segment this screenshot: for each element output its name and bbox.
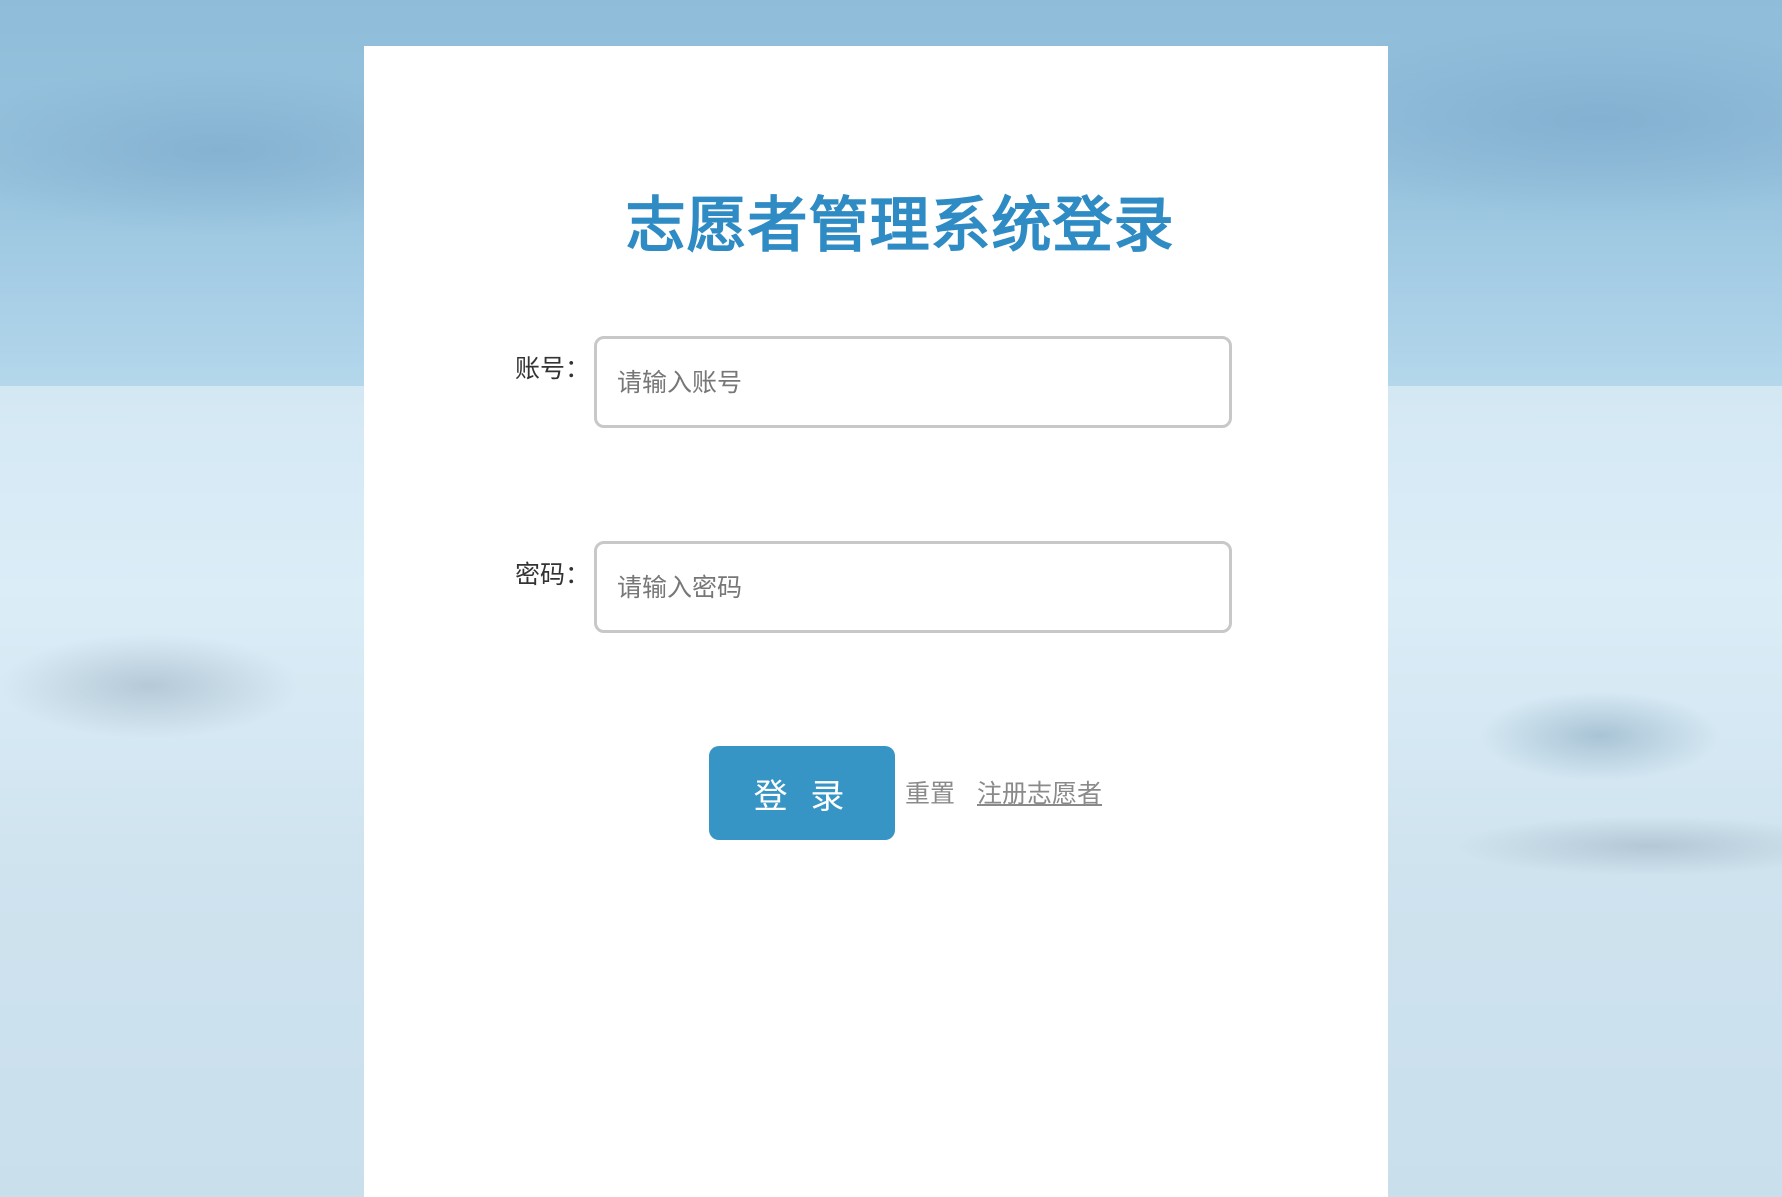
account-input[interactable]: [594, 336, 1232, 428]
login-card: 志愿者管理系统登录 账号： 密码： 登 录 重置 注册志愿者: [364, 46, 1388, 1197]
reset-link[interactable]: 重置: [905, 779, 955, 809]
login-button[interactable]: 登 录: [709, 746, 895, 840]
register-volunteer-link[interactable]: 注册志愿者: [977, 779, 1102, 809]
page-title: 志愿者管理系统登录: [625, 191, 1175, 261]
password-label: 密码：: [515, 560, 591, 589]
password-input[interactable]: [594, 541, 1232, 633]
account-label: 账号：: [515, 354, 591, 383]
